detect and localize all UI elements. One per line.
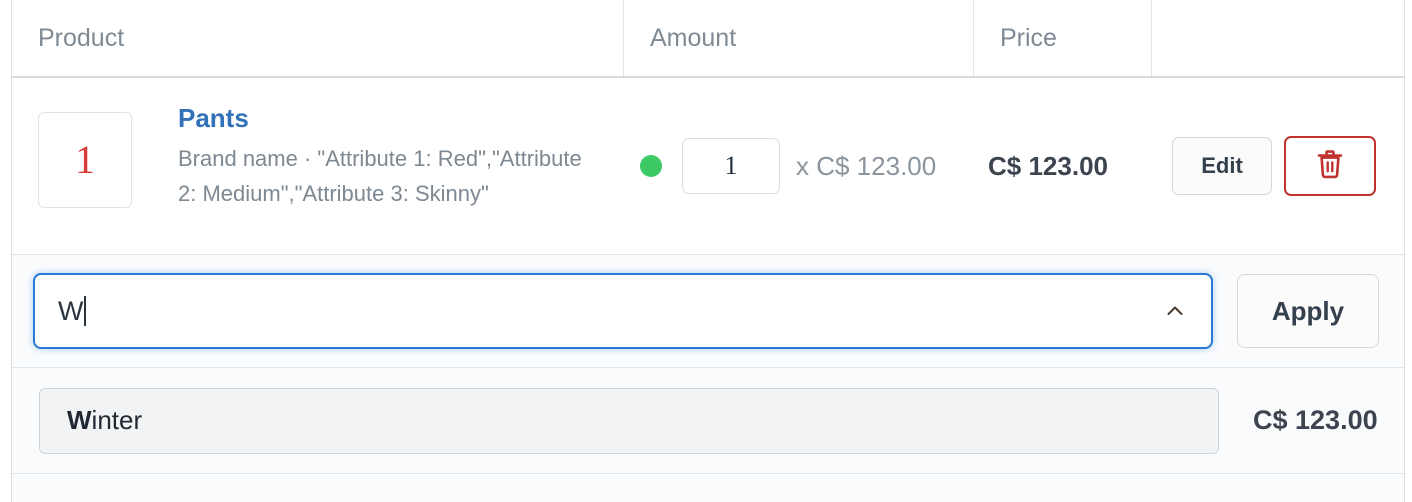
- quantity-input[interactable]: [682, 138, 780, 194]
- product-info: Pants Brand name · "Attribute 1: Red","A…: [178, 100, 598, 212]
- product-description: Brand name · "Attribute 1: Red","Attribu…: [178, 145, 582, 207]
- product-name-link[interactable]: Pants: [178, 102, 598, 135]
- cell-actions: Edit: [1152, 78, 1404, 254]
- column-header-product-label: Product: [38, 23, 125, 52]
- product-thumbnail-number: 1: [75, 137, 95, 182]
- coupon-input[interactable]: W: [33, 273, 1213, 349]
- line-total: C$ 123.00: [988, 150, 1108, 181]
- suggestion-rest: inter: [91, 405, 143, 435]
- coupon-row: W Apply: [12, 255, 1404, 368]
- edit-button[interactable]: Edit: [1172, 137, 1272, 195]
- trash-icon: [1317, 149, 1343, 184]
- delete-button[interactable]: [1284, 136, 1376, 196]
- coupon-input-value-wrap: W: [35, 295, 87, 326]
- list-item[interactable]: Winter: [39, 387, 1219, 454]
- table-footer-row: [12, 474, 1404, 502]
- text-caret: [84, 296, 87, 326]
- coupon-input-value: W: [58, 295, 84, 326]
- suggestion-amount: C$ 123.00: [1253, 405, 1378, 435]
- column-header-product: Product: [12, 0, 624, 76]
- chevron-up-icon[interactable]: [1165, 301, 1185, 321]
- cart-screen: Product Amount Price 1 Pants Brand name …: [0, 0, 1412, 502]
- suggestion-matched-prefix: W: [67, 405, 92, 435]
- cart-table-header: Product Amount Price: [12, 0, 1404, 78]
- column-header-price-label: Price: [1000, 23, 1057, 52]
- unit-price-label: x C$ 123.00: [796, 150, 937, 181]
- apply-button[interactable]: Apply: [1237, 274, 1379, 348]
- cell-price: C$ 123.00: [974, 78, 1152, 254]
- column-header-amount-label: Amount: [650, 23, 737, 52]
- table-row: 1 Pants Brand name · "Attribute 1: Red",…: [12, 78, 1404, 255]
- suggestion-row: Winter C$ 123.00: [12, 368, 1404, 474]
- product-thumbnail[interactable]: 1: [38, 112, 132, 208]
- cell-product: 1 Pants Brand name · "Attribute 1: Red",…: [12, 78, 624, 212]
- stock-status-dot: [640, 155, 662, 177]
- column-header-price: Price: [974, 0, 1152, 76]
- cart-panel: Product Amount Price 1 Pants Brand name …: [11, 0, 1405, 502]
- column-header-actions: [1152, 0, 1404, 76]
- column-header-amount: Amount: [624, 0, 974, 76]
- cell-amount: x C$ 123.00: [624, 78, 974, 254]
